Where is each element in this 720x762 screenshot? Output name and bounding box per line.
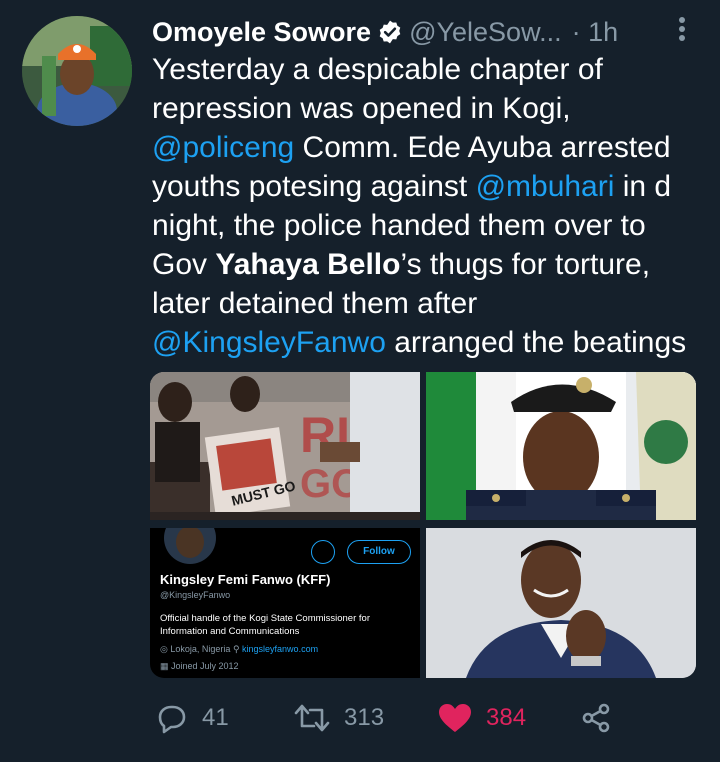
- tweet-line: night, the police handed them over to: [152, 209, 646, 242]
- card-location-row: ◎ Lokoja, Nigeria ⚲ kingsleyfanwo.com: [160, 644, 318, 655]
- more-options-icon[interactable]: [678, 14, 686, 50]
- protest-photo[interactable]: RI GO MUST GO: [150, 372, 420, 520]
- profile-card-screenshot[interactable]: Follow Kingsley Femi Fanwo (KFF) @Kingsl…: [150, 528, 420, 678]
- mention-link[interactable]: @mbuhari: [476, 170, 615, 203]
- mention-link[interactable]: @KingsleyFanwo: [152, 326, 386, 359]
- tweet-header: Omoyele Sowore @YeleSow... · 1h: [152, 14, 702, 50]
- follow-button[interactable]: Follow: [347, 540, 411, 564]
- heart-icon: [439, 704, 471, 732]
- tweet-line: youths potesing against @mbuhari in d: [152, 170, 672, 203]
- calendar-icon: ▦: [160, 661, 172, 671]
- retweet-icon: [294, 704, 330, 732]
- reply-button[interactable]: 41: [156, 698, 229, 738]
- retweet-button[interactable]: 313: [294, 698, 384, 738]
- media-grid: RI GO MUST GO Follow Kingsley Femi Fanwo…: [150, 372, 696, 678]
- link-icon: ⚲: [232, 644, 243, 654]
- mention-link[interactable]: @policeng: [152, 131, 294, 164]
- tweet-line: repression was opened in Kogi,: [152, 92, 571, 125]
- fanwo-portrait-photo[interactable]: [426, 528, 696, 678]
- card-joined: Joined July 2012: [171, 661, 239, 671]
- author-name[interactable]: Omoyele Sowore: [152, 17, 371, 48]
- tweet-line: later detained them after: [152, 287, 478, 320]
- card-location: Lokoja, Nigeria: [170, 644, 231, 654]
- verified-badge-icon: [379, 20, 401, 44]
- retweet-count: 313: [344, 704, 385, 731]
- author-avatar[interactable]: [22, 16, 132, 126]
- tweet-line: Yesterday a despicable chapter of: [152, 53, 603, 86]
- location-pin-icon: ◎: [160, 644, 168, 654]
- reply-icon: [158, 705, 186, 734]
- tweet-line: Gov Yahaya Bello’s thugs for torture,: [152, 248, 651, 281]
- reply-count: 41: [202, 704, 229, 731]
- tweet-text: Yesterday a despicable chapter of repres…: [152, 50, 707, 362]
- card-profile-bio: Official handle of the Kogi State Commis…: [160, 613, 370, 637]
- like-count: 384: [486, 704, 527, 731]
- card-profile-name: Kingsley Femi Fanwo (KFF): [160, 572, 331, 587]
- police-commissioner-photo[interactable]: [426, 372, 696, 520]
- author-handle[interactable]: @YeleSow...: [409, 17, 562, 48]
- card-profile-handle: @KingsleyFanwo: [160, 590, 231, 600]
- share-button[interactable]: [581, 698, 625, 738]
- tweet-actions: 41 313 384: [156, 698, 626, 738]
- tweet-timestamp[interactable]: · 1h: [572, 17, 619, 48]
- share-icon: [582, 703, 610, 733]
- card-joined-row: ▦ Joined July 2012: [160, 661, 239, 672]
- card-website: kingsleyfanwo.com: [242, 644, 319, 654]
- tweet-line: @KingsleyFanwo arranged the beatings: [152, 326, 687, 359]
- message-icon[interactable]: [311, 540, 335, 564]
- like-button[interactable]: 384: [438, 698, 526, 738]
- tweet-line: @policeng Comm. Ede Ayuba arrested: [152, 131, 671, 164]
